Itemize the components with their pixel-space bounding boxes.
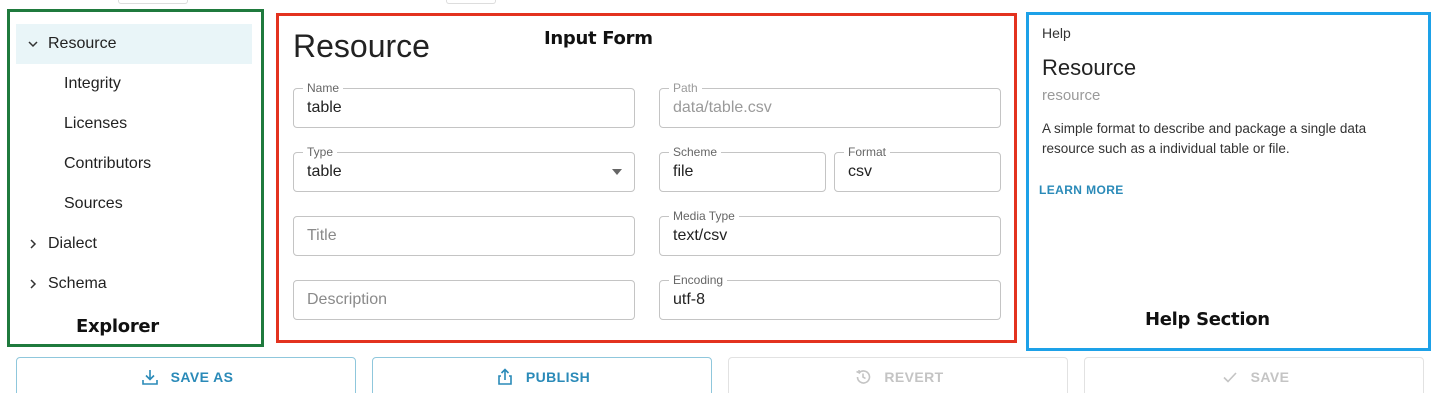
media-type-field[interactable]: Media Type text/csv <box>659 209 1001 256</box>
tree-item-label: Licenses <box>64 115 128 132</box>
help-annotation: Help Section <box>1145 309 1270 330</box>
field-label: Encoding <box>669 273 728 287</box>
chevron-down-icon[interactable] <box>24 39 42 49</box>
encoding-field[interactable]: Encoding utf-8 <box>659 273 1001 320</box>
type-select[interactable]: Type table <box>293 145 635 192</box>
description-field[interactable]: Description <box>293 280 635 320</box>
chevron-right-icon[interactable] <box>24 279 42 289</box>
field-label: Name <box>303 81 344 95</box>
tree-item-integrity[interactable]: Integrity <box>16 64 252 104</box>
field-label: Format <box>844 145 891 159</box>
chevron-right-icon[interactable] <box>24 239 42 249</box>
field-placeholder: Description <box>307 291 388 308</box>
save-button[interactable]: SAVE <box>1084 357 1424 393</box>
revert-label: REVERT <box>884 369 944 385</box>
help-subtitle: resource <box>1042 87 1101 104</box>
check-icon <box>1219 366 1241 388</box>
tree-item-contributors[interactable]: Contributors <box>16 144 252 184</box>
field-value: csv <box>848 163 872 180</box>
publish-label: PUBLISH <box>525 369 591 385</box>
tree-item-label: Sources <box>64 195 123 212</box>
field-label: Path <box>669 81 702 95</box>
title-field[interactable]: Title <box>293 216 635 256</box>
tree-item-resource[interactable]: Resource <box>16 24 252 64</box>
help-panel: Help Resource resource A simple format t… <box>1026 12 1431 351</box>
learn-more-link[interactable]: LEARN MORE <box>1039 183 1124 197</box>
revert-button[interactable]: REVERT <box>728 357 1068 393</box>
tree-item-label: Resource <box>48 35 117 52</box>
share-upload-icon <box>494 366 516 388</box>
tree-item-licenses[interactable]: Licenses <box>16 104 252 144</box>
form-title: Resource <box>293 28 430 64</box>
field-label: Media Type <box>669 209 739 223</box>
field-placeholder: Title <box>307 227 337 244</box>
field-value: utf-8 <box>673 291 706 308</box>
explorer-panel: Resource Integrity Licenses Contributors… <box>7 9 264 347</box>
input-form-panel: Resource Input Form Name table Path data… <box>276 13 1017 343</box>
name-field[interactable]: Name table <box>293 81 635 128</box>
tree-item-dialect[interactable]: Dialect <box>16 224 252 264</box>
help-header: Help <box>1042 25 1071 41</box>
download-icon <box>139 366 161 388</box>
field-value: file <box>673 163 694 180</box>
field-label: Scheme <box>669 145 722 159</box>
field-value: table <box>307 99 342 116</box>
form-annotation: Input Form <box>544 28 653 49</box>
field-value: text/csv <box>673 227 728 244</box>
history-icon <box>852 366 874 388</box>
explorer-annotation: Explorer <box>76 316 159 337</box>
tree-item-label: Schema <box>48 275 107 292</box>
tree-item-label: Dialect <box>48 235 97 252</box>
help-description: A simple format to describe and package … <box>1042 121 1367 156</box>
tree-item-sources[interactable]: Sources <box>16 184 252 224</box>
path-field: Path data/table.csv <box>659 81 1001 128</box>
scheme-field[interactable]: Scheme file <box>659 145 826 192</box>
save-label: SAVE <box>1250 369 1290 385</box>
top-control-stub <box>118 0 188 4</box>
publish-button[interactable]: PUBLISH <box>372 357 712 393</box>
save-as-button[interactable]: SAVE AS <box>16 357 356 393</box>
top-control-stub <box>446 0 496 4</box>
tree-item-schema[interactable]: Schema <box>16 264 252 304</box>
field-value: table <box>307 163 342 180</box>
tree-item-label: Integrity <box>64 75 121 92</box>
save-as-label: SAVE AS <box>170 369 234 385</box>
dropdown-arrow-icon[interactable] <box>612 169 622 175</box>
help-title: Resource <box>1042 55 1137 80</box>
field-value: data/table.csv <box>673 99 772 116</box>
format-field[interactable]: Format csv <box>834 145 1001 192</box>
field-label: Type <box>303 145 338 159</box>
tree-item-label: Contributors <box>64 155 152 172</box>
